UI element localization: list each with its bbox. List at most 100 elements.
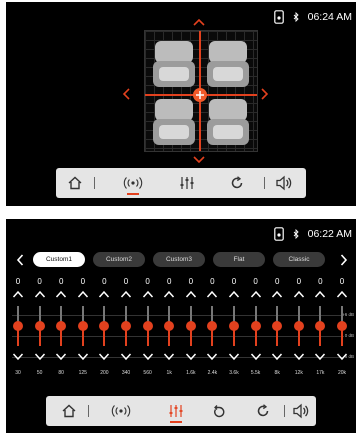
band-decrease-chevron-icon[interactable] xyxy=(163,352,175,362)
reset-icon[interactable] xyxy=(206,396,232,426)
phone-icon xyxy=(273,227,284,241)
slider-knob[interactable] xyxy=(272,321,283,331)
volume-icon[interactable] xyxy=(288,396,314,426)
band-increase-chevron-icon[interactable] xyxy=(185,289,197,299)
loop-icon[interactable] xyxy=(224,168,250,198)
nav-divider xyxy=(94,177,95,189)
slider-knob[interactable] xyxy=(164,321,175,331)
move-right-arrow[interactable] xyxy=(261,88,269,100)
band-increase-chevron-icon[interactable] xyxy=(314,289,326,299)
slider-knob[interactable] xyxy=(99,321,110,331)
band-decrease-chevron-icon[interactable] xyxy=(206,352,218,362)
band-increase-chevron-icon[interactable] xyxy=(34,289,46,299)
band-slider[interactable] xyxy=(120,306,132,346)
band-decrease-chevron-icon[interactable] xyxy=(77,352,89,362)
band-slider[interactable] xyxy=(185,306,197,346)
balance-fader-handle[interactable] xyxy=(193,88,207,102)
preset-tab-classic[interactable]: Classic xyxy=(273,252,325,267)
move-left-arrow[interactable] xyxy=(122,88,130,100)
surround-icon[interactable] xyxy=(106,396,136,426)
band-decrease-chevron-icon[interactable] xyxy=(98,352,110,362)
slider-knob[interactable] xyxy=(250,321,261,331)
band-gain-value: 0 xyxy=(339,277,345,286)
equalizer-icon[interactable] xyxy=(174,168,200,198)
preset-next-arrow[interactable] xyxy=(340,254,348,266)
loop-icon[interactable] xyxy=(250,396,276,426)
band-decrease-chevron-icon[interactable] xyxy=(314,352,326,362)
slider-knob[interactable] xyxy=(229,321,239,331)
seat-front-right-icon xyxy=(207,41,249,87)
band-increase-chevron-icon[interactable] xyxy=(142,289,154,299)
band-slider[interactable] xyxy=(271,306,283,346)
band-gain-value: 0 xyxy=(102,277,107,286)
slider-knob[interactable] xyxy=(207,321,218,331)
band-slider[interactable] xyxy=(34,306,46,346)
band-slider[interactable] xyxy=(142,306,154,346)
preset-tab-custom2[interactable]: Custom2 xyxy=(93,252,145,267)
band-decrease-chevron-icon[interactable] xyxy=(142,352,154,362)
band-increase-chevron-icon[interactable] xyxy=(250,289,262,299)
seat-rear-left-icon xyxy=(153,99,195,145)
band-slider[interactable] xyxy=(314,306,326,346)
slider-knob[interactable] xyxy=(77,321,88,331)
slider-knob[interactable] xyxy=(121,321,131,331)
band-increase-chevron-icon[interactable] xyxy=(336,289,348,299)
band-decrease-chevron-icon[interactable] xyxy=(185,352,197,362)
band-frequency-label: 20k xyxy=(337,370,347,376)
band-slider[interactable] xyxy=(163,306,175,346)
slider-knob[interactable] xyxy=(185,321,196,331)
preset-tab-custom3[interactable]: Custom3 xyxy=(153,252,205,267)
slider-knob[interactable] xyxy=(142,321,153,331)
move-up-arrow[interactable] xyxy=(193,18,205,26)
band-increase-chevron-icon[interactable] xyxy=(12,289,24,299)
slider-knob[interactable] xyxy=(34,321,45,331)
band-increase-chevron-icon[interactable] xyxy=(206,289,218,299)
band-slider[interactable] xyxy=(206,306,218,346)
band-frequency-label: 200 xyxy=(100,370,109,376)
preset-tab-flat[interactable]: Flat xyxy=(213,252,265,267)
slider-knob[interactable] xyxy=(13,321,23,331)
band-increase-chevron-icon[interactable] xyxy=(271,289,283,299)
band-decrease-chevron-icon[interactable] xyxy=(55,352,67,362)
band-increase-chevron-icon[interactable] xyxy=(98,289,110,299)
preset-prev-arrow[interactable] xyxy=(16,254,24,266)
slider-knob[interactable] xyxy=(337,321,347,331)
band-increase-chevron-icon[interactable] xyxy=(293,289,305,299)
band-decrease-chevron-icon[interactable] xyxy=(120,352,132,362)
band-decrease-chevron-icon[interactable] xyxy=(293,352,305,362)
band-slider[interactable] xyxy=(12,306,24,346)
band-slider[interactable] xyxy=(98,306,110,346)
band-slider[interactable] xyxy=(77,306,89,346)
preset-tab-custom1[interactable]: Custom1 xyxy=(33,252,85,267)
band-increase-chevron-icon[interactable] xyxy=(228,289,240,299)
volume-icon[interactable] xyxy=(270,168,298,198)
band-decrease-chevron-icon[interactable] xyxy=(271,352,283,362)
band-slider[interactable] xyxy=(250,306,262,346)
slider-knob[interactable] xyxy=(293,321,304,331)
home-icon[interactable] xyxy=(56,396,82,426)
band-slider[interactable] xyxy=(336,306,348,346)
band-slider[interactable] xyxy=(293,306,305,346)
bluetooth-icon xyxy=(293,12,299,22)
band-decrease-chevron-icon[interactable] xyxy=(336,352,348,362)
band-decrease-chevron-icon[interactable] xyxy=(250,352,262,362)
equalizer-icon[interactable] xyxy=(162,396,190,426)
status-bar: 06:24 AM xyxy=(273,9,352,25)
surround-icon[interactable] xyxy=(118,168,148,198)
band-slider[interactable] xyxy=(55,306,67,346)
band-decrease-chevron-icon[interactable] xyxy=(228,352,240,362)
band-frequency-label: 1k xyxy=(166,370,172,376)
band-increase-chevron-icon[interactable] xyxy=(120,289,132,299)
home-icon[interactable] xyxy=(62,168,88,198)
move-down-arrow[interactable] xyxy=(193,156,205,164)
band-gain-value: 0 xyxy=(296,277,302,286)
band-increase-chevron-icon[interactable] xyxy=(55,289,67,299)
band-decrease-chevron-icon[interactable] xyxy=(34,352,46,362)
seat-balance-grid[interactable] xyxy=(144,30,258,152)
slider-knob[interactable] xyxy=(56,321,67,331)
slider-knob[interactable] xyxy=(315,321,326,331)
band-increase-chevron-icon[interactable] xyxy=(163,289,175,299)
band-increase-chevron-icon[interactable] xyxy=(77,289,89,299)
band-slider[interactable] xyxy=(228,306,240,346)
band-decrease-chevron-icon[interactable] xyxy=(12,352,24,362)
